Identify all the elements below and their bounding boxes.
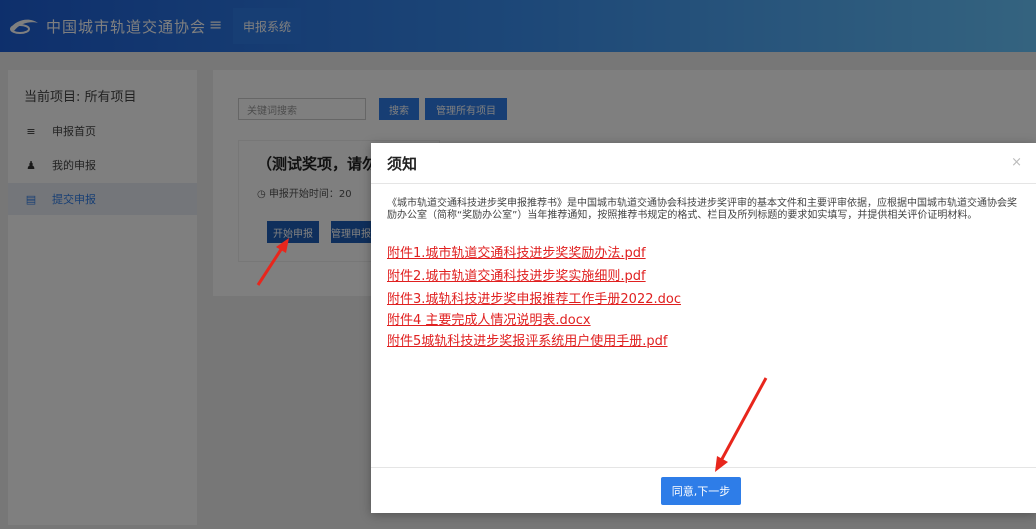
attachment-link[interactable]: 附件4 主要完成人情况说明表.docx: [387, 309, 591, 328]
attachment-link[interactable]: 附件2.城市轨道交通科技进步奖实施细则.pdf: [387, 265, 646, 284]
notice-modal: 须知 × 《城市轨道交通科技进步奖申报推荐书》是中国城市轨道交通协会科技进步奖评…: [371, 143, 1036, 513]
notice-text: 《城市轨道交通科技进步奖申报推荐书》是中国城市轨道交通协会科技进步奖评审的基本文…: [387, 198, 1017, 221]
attachment-link[interactable]: 附件3.城轨科技进步奖申报推荐工作手册2022.doc: [387, 288, 681, 307]
close-icon[interactable]: ×: [1011, 155, 1022, 170]
attachment-link[interactable]: 附件5城轨科技进步奖报评系统用户使用手册.pdf: [387, 330, 667, 349]
modal-header: 须知 ×: [371, 143, 1036, 184]
modal-title: 须知: [387, 155, 418, 173]
attachment-link[interactable]: 附件1.城市轨道交通科技进步奖奖励办法.pdf: [387, 242, 646, 261]
agree-next-button[interactable]: 同意,下一步: [661, 477, 741, 505]
